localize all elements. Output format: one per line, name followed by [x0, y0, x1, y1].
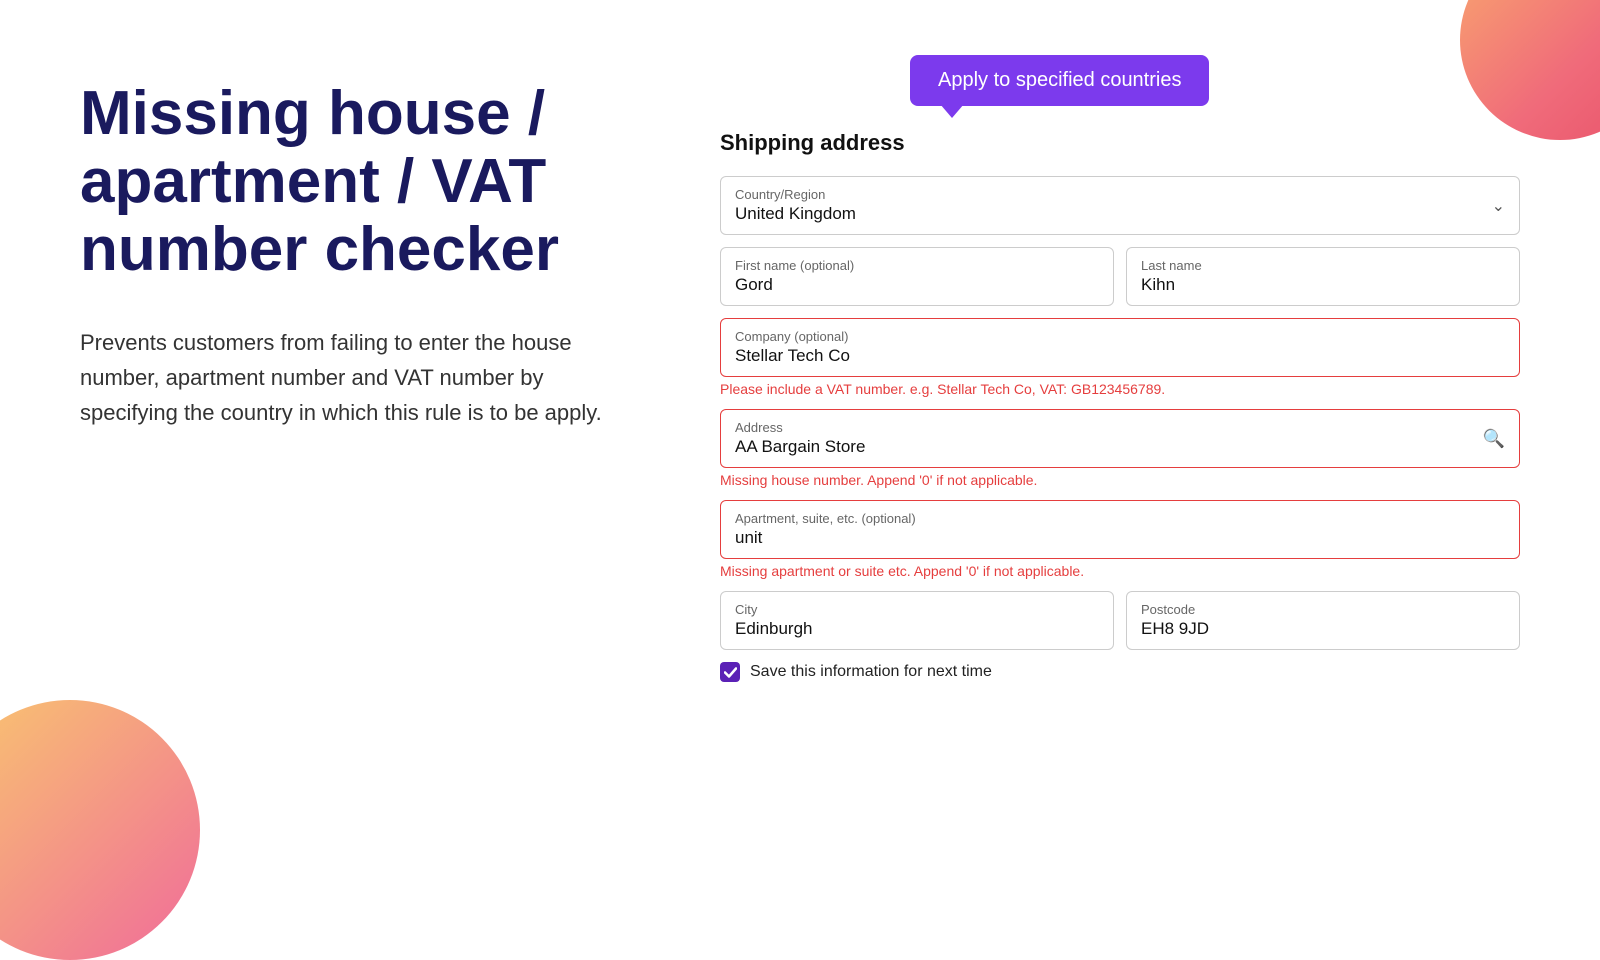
vat-hint-text: Please include a VAT number. e.g. Stella… — [720, 381, 1520, 397]
save-label: Save this information for next time — [750, 663, 992, 681]
apartment-error-text: Missing apartment or suite etc. Append '… — [720, 563, 1520, 579]
right-panel: Apply to specified countries Shipping ad… — [680, 0, 1600, 900]
address-error-text: Missing house number. Append '0' if not … — [720, 472, 1520, 488]
description-text: Prevents customers from failing to enter… — [80, 325, 620, 431]
country-field[interactable]: Country/Region United Kingdom ⌄ — [720, 176, 1520, 235]
company-label: Company (optional) — [735, 329, 1505, 344]
name-row: First name (optional) Gord Last name Kih… — [720, 247, 1520, 306]
city-label: City — [735, 602, 1099, 617]
first-name-field[interactable]: First name (optional) Gord — [720, 247, 1114, 306]
save-checkbox[interactable] — [720, 662, 740, 682]
apartment-label: Apartment, suite, etc. (optional) — [735, 511, 1505, 526]
apartment-field[interactable]: Apartment, suite, etc. (optional) unit — [720, 500, 1520, 559]
address-field[interactable]: Address AA Bargain Store 🔍 — [720, 409, 1520, 468]
city-field[interactable]: City Edinburgh — [720, 591, 1114, 650]
city-value: Edinburgh — [735, 619, 813, 638]
last-name-value: Kihn — [1141, 275, 1175, 294]
postcode-value: EH8 9JD — [1141, 619, 1209, 638]
apartment-value: unit — [735, 528, 762, 547]
last-name-field[interactable]: Last name Kihn — [1126, 247, 1520, 306]
shipping-form: Country/Region United Kingdom ⌄ First na… — [720, 176, 1520, 682]
main-title: Missing house / apartment / VAT number c… — [80, 80, 620, 285]
search-icon: 🔍 — [1483, 428, 1505, 449]
first-name-label: First name (optional) — [735, 258, 1099, 273]
country-value: United Kingdom — [735, 204, 856, 223]
country-label: Country/Region — [735, 187, 1505, 202]
chevron-down-icon: ⌄ — [1492, 196, 1505, 216]
first-name-value: Gord — [735, 275, 773, 294]
company-value: Stellar Tech Co — [735, 346, 850, 365]
left-panel: Missing house / apartment / VAT number c… — [0, 0, 680, 900]
last-name-label: Last name — [1141, 258, 1505, 273]
company-field[interactable]: Company (optional) Stellar Tech Co — [720, 318, 1520, 377]
apply-countries-badge[interactable]: Apply to specified countries — [910, 55, 1209, 106]
postcode-label: Postcode — [1141, 602, 1505, 617]
address-label: Address — [735, 420, 1505, 435]
section-title: Shipping address — [720, 120, 1520, 156]
postcode-field[interactable]: Postcode EH8 9JD — [1126, 591, 1520, 650]
checkmark-icon — [724, 666, 737, 679]
save-info-row[interactable]: Save this information for next time — [720, 662, 1520, 682]
address-value: AA Bargain Store — [735, 437, 865, 456]
city-postcode-row: City Edinburgh Postcode EH8 9JD — [720, 591, 1520, 650]
